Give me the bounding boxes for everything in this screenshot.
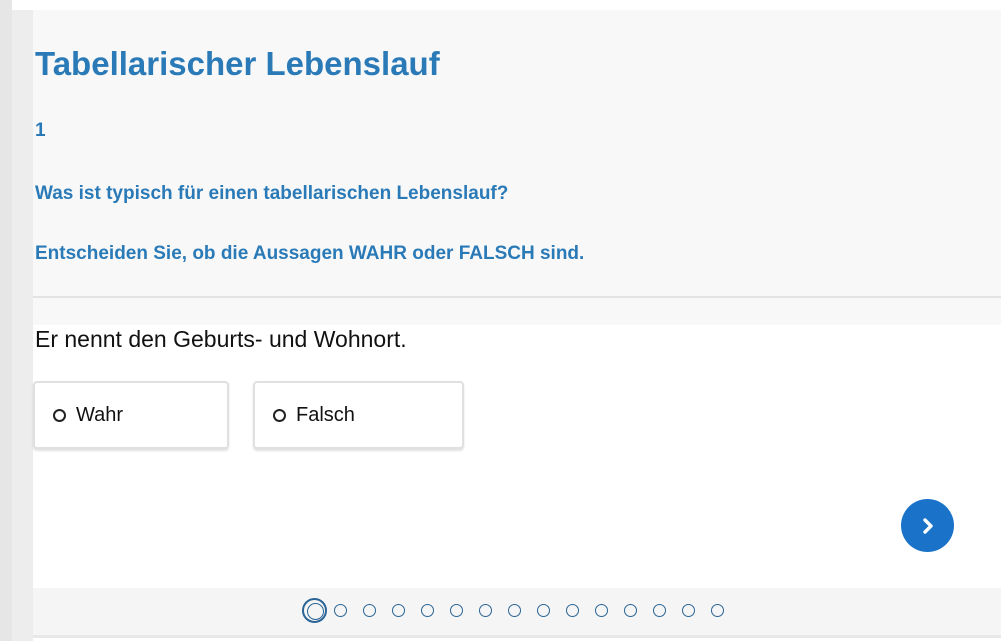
- footer-line: [33, 635, 1001, 638]
- page-dot[interactable]: [682, 604, 695, 617]
- answer-option-false[interactable]: Falsch: [253, 381, 464, 449]
- radio-icon[interactable]: [53, 408, 66, 422]
- top-strip: [12, 0, 1001, 10]
- page-dot[interactable]: [334, 604, 347, 617]
- left-rail: [0, 0, 33, 641]
- page-dot[interactable]: [595, 604, 608, 617]
- page-indicator: [0, 598, 1001, 624]
- page-title: Tabellarischer Lebenslauf: [35, 45, 440, 82]
- page-dot[interactable]: [537, 604, 550, 617]
- task-header: Tabellarischer Lebenslauf 1 Was ist typi…: [33, 10, 1001, 296]
- page-dot[interactable]: [711, 604, 724, 617]
- page-dot[interactable]: [624, 604, 637, 617]
- statement-text: Er nennt den Geburts- und Wohnort.: [35, 326, 407, 352]
- radio-icon[interactable]: [273, 408, 286, 422]
- header-bottom-strip: [33, 298, 1001, 325]
- answer-option-true[interactable]: Wahr: [33, 381, 229, 449]
- task-number: 1: [35, 120, 46, 141]
- answer-option-label: Wahr: [76, 403, 124, 426]
- answer-option-label: Falsch: [296, 403, 355, 426]
- page-dot[interactable]: [363, 604, 376, 617]
- page-dot[interactable]: [392, 604, 405, 617]
- page-dot-active[interactable]: [302, 598, 327, 623]
- page-dot[interactable]: [450, 604, 463, 617]
- task-instruction: Entscheiden Sie, ob die Aussagen WAHR od…: [35, 243, 585, 264]
- page-dot[interactable]: [479, 604, 492, 617]
- next-button[interactable]: [901, 499, 954, 552]
- page-dot[interactable]: [566, 604, 579, 617]
- page-dot[interactable]: [653, 604, 666, 617]
- page-dot[interactable]: [508, 604, 521, 617]
- task-question: Was ist typisch für einen tabellarischen…: [35, 183, 509, 204]
- page-dot[interactable]: [421, 604, 434, 617]
- chevron-right-icon: [922, 517, 933, 534]
- left-rail-edge: [0, 0, 12, 641]
